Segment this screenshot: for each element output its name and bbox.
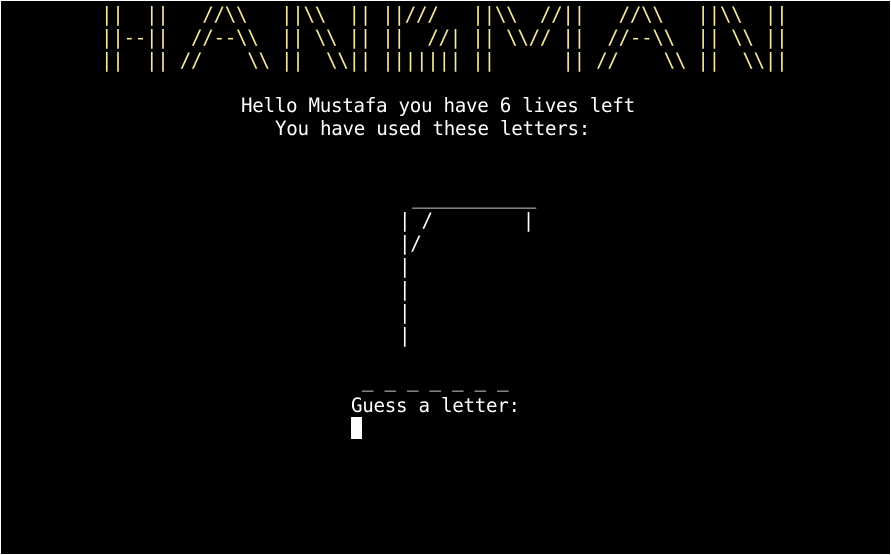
- hangman-banner-line-3: || || // \\ || \\|| ||||||| || || // \\ …: [101, 49, 788, 72]
- text-input-cursor[interactable]: [351, 417, 362, 439]
- guess-prompt: Guess a letter:: [351, 394, 520, 417]
- hangman-banner-line-2: ||--|| //--\\ || \\ || || //| || \\// ||…: [101, 26, 788, 49]
- gallows-row-1: | / |: [399, 209, 535, 232]
- gallows-top-beam: ___________: [401, 186, 537, 209]
- gallows-row-3: |: [399, 255, 411, 278]
- gallows-row-4: |: [399, 278, 411, 301]
- terminal-window[interactable]: || || //\\ ||\\ || ||/// ||\\ //|| //\\ …: [1, 1, 890, 554]
- used-letters-message: You have used these letters:: [275, 117, 591, 140]
- lives-message: Hello Mustafa you have 6 lives left: [241, 94, 635, 117]
- gallows-row-2: |/: [399, 232, 422, 255]
- gallows-row-5: |: [399, 301, 411, 324]
- hidden-word-blanks: _ _ _ _ _ _ _: [362, 369, 509, 392]
- hangman-banner-line-1: || || //\\ ||\\ || ||/// ||\\ //|| //\\ …: [101, 3, 788, 26]
- gallows-row-6: |: [399, 324, 411, 347]
